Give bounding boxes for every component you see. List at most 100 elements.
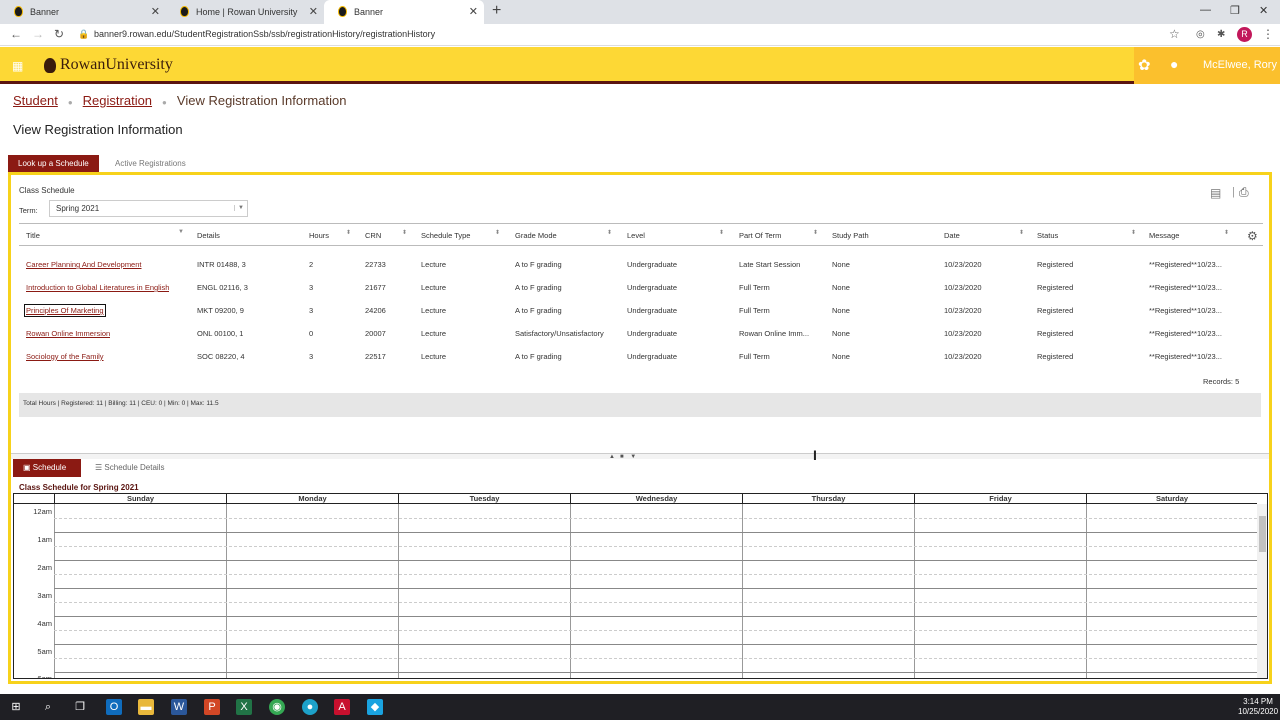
column-header-study-path[interactable]: Study Path (832, 231, 869, 240)
print-icon[interactable]: ⎙ (1239, 185, 1249, 200)
column-settings-gear-icon[interactable]: ⚙ (1247, 229, 1258, 243)
back-icon[interactable]: ← (10, 27, 22, 41)
cell-level: Undergraduate (627, 352, 678, 361)
column-header-grade-mode[interactable]: Grade Mode (515, 231, 557, 240)
tab-look-up-schedule[interactable]: Look up a Schedule (8, 155, 99, 172)
windows-start-icon[interactable]: ⊞ (8, 699, 24, 715)
rowan-logo[interactable]: RowanUniversity (44, 56, 173, 74)
powerpoint-icon[interactable]: P (204, 699, 220, 715)
extension-circle-icon[interactable]: ◎ (1196, 29, 1205, 40)
course-title-link[interactable]: Career Planning And Development (26, 260, 142, 269)
user-name[interactable]: McElwee, Rory (1203, 59, 1277, 71)
app-icon[interactable]: ◆ (367, 699, 383, 715)
close-tab-icon[interactable]: ✕ (469, 5, 478, 18)
breadcrumb-student-link[interactable]: Student (13, 93, 58, 108)
scrollbar-thumb[interactable] (1259, 516, 1266, 552)
reload-icon[interactable]: ↻ (54, 27, 64, 41)
column-header-status[interactable]: Status (1037, 231, 1058, 240)
column-header-level[interactable]: Level (627, 231, 645, 240)
bookmark-star-icon[interactable]: ☆ (1169, 27, 1180, 41)
sort-icon[interactable]: ⬍ (719, 229, 724, 236)
breadcrumb-registration-link[interactable]: Registration (83, 93, 152, 108)
total-hours-bar: Total Hours | Registered: 11 | Billing: … (19, 393, 1261, 417)
column-header-schedule-type[interactable]: Schedule Type (421, 231, 470, 240)
tab-schedule[interactable]: ▣ Schedule (13, 459, 81, 477)
close-window-icon[interactable]: ✕ (1259, 4, 1268, 17)
close-tab-icon[interactable]: ✕ (309, 5, 318, 18)
column-header-details[interactable]: Details (197, 231, 220, 240)
apps-grid-icon[interactable]: ▦ (12, 59, 23, 73)
column-header-date[interactable]: Date (944, 231, 960, 240)
cell-grade-mode: A to F grading (515, 306, 562, 315)
calendar-scrollbar[interactable] (1257, 504, 1267, 678)
tab-active-registrations[interactable]: Active Registrations (105, 155, 196, 172)
cell-date: 10/23/2020 (944, 352, 982, 361)
sort-icon[interactable]: ⬍ (607, 229, 612, 236)
cell-grade-mode: A to F grading (515, 352, 562, 361)
hour-label: 5am (37, 647, 52, 656)
column-header-hours[interactable]: Hours (309, 231, 329, 240)
course-title-link[interactable]: Sociology of the Family (26, 352, 104, 361)
minimize-icon[interactable]: — (1200, 4, 1211, 16)
sort-icon[interactable]: ⬍ (495, 229, 500, 236)
column-header-crn[interactable]: CRN (365, 231, 381, 240)
banner-favicon-icon (14, 6, 23, 17)
cell-status: Registered (1037, 306, 1074, 315)
profile-avatar[interactable]: R (1237, 27, 1252, 42)
user-profile-icon[interactable]: ● (1170, 56, 1178, 72)
browser-tab-banner-1[interactable]: Banner ✕ (0, 0, 166, 24)
course-title-link[interactable]: Introduction to Global Literatures in En… (26, 283, 169, 292)
cell-hours: 0 (309, 329, 314, 338)
course-title-link[interactable]: Principles Of Marketing (24, 304, 106, 317)
hour-line (54, 560, 1257, 561)
browser-menu-icon[interactable]: ⋮ (1262, 27, 1274, 41)
tab-schedule-details[interactable]: ☰ Schedule Details (85, 459, 174, 477)
browser-tab-banner-2[interactable]: Banner ✕ (324, 0, 484, 24)
column-header-title[interactable]: Title (26, 231, 40, 240)
calendar-grid-line (914, 504, 915, 678)
task-view-icon[interactable]: ❐ (72, 699, 88, 715)
restore-icon[interactable]: ❐ (1230, 4, 1240, 17)
search-icon[interactable]: ⌕ (40, 699, 56, 715)
pdf-export-icon[interactable]: ▤ (1210, 186, 1221, 200)
column-header-part-of-term[interactable]: Part Of Term (739, 231, 781, 240)
excel-icon[interactable]: X (236, 699, 252, 715)
close-tab-icon[interactable]: ✕ (151, 5, 160, 18)
term-select[interactable]: Spring 2021 ▼ (49, 200, 248, 217)
sort-icon[interactable]: ⬍ (813, 229, 818, 236)
system-clock[interactable]: 3:14 PM 10/25/2020 (1238, 697, 1278, 717)
app-icon[interactable]: ● (302, 699, 318, 715)
course-title-link[interactable]: Rowan Online Immersion (26, 329, 110, 338)
sort-icon[interactable]: ⬍ (1131, 229, 1136, 236)
extensions-puzzle-icon[interactable]: ✱ (1217, 29, 1225, 40)
chrome-icon[interactable]: ◉ (269, 699, 285, 715)
column-header-message[interactable]: Message (1149, 231, 1179, 240)
cell-schedule-type: Lecture (421, 306, 447, 315)
acrobat-icon[interactable]: A (334, 699, 350, 715)
cell-details: ONL 00100, 1 (197, 329, 244, 338)
cell-status: Registered (1037, 352, 1074, 361)
splitter-controls-icon[interactable]: ▲ ■ ▼ (609, 454, 636, 460)
file-explorer-icon[interactable]: ▬ (138, 699, 154, 715)
new-tab-icon[interactable]: + (492, 2, 501, 20)
cell-crn: 20007 (365, 329, 386, 338)
settings-gear-icon[interactable]: ✿ (1138, 56, 1151, 74)
browser-tab-rowan-home[interactable]: Home | Rowan University ✕ (166, 0, 324, 24)
cell-message: **Registered**10/23... (1149, 306, 1222, 315)
url-field[interactable]: banner9.rowan.edu/StudentRegistrationSsb… (94, 29, 435, 39)
outlook-icon[interactable]: O (106, 699, 122, 715)
forward-icon[interactable]: → (32, 27, 44, 41)
hour-label: 3am (37, 591, 52, 600)
cell-schedule-type: Lecture (421, 283, 447, 292)
lock-icon[interactable]: 🔒 (78, 29, 89, 40)
word-icon[interactable]: W (171, 699, 187, 715)
sort-icon[interactable]: ⬍ (346, 229, 351, 236)
panel-splitter[interactable]: ▲ ■ ▼ (11, 453, 1269, 460)
sort-desc-icon[interactable]: ▼ (178, 229, 184, 235)
sort-icon[interactable]: ⬍ (1224, 229, 1229, 236)
chevron-down-icon: ▼ (234, 205, 244, 211)
sort-icon[interactable]: ⬍ (1019, 229, 1024, 236)
table-row: Principles Of Marketing MKT 09200, 9 3 2… (19, 299, 1263, 322)
day-header-wednesday: Wednesday (570, 494, 742, 504)
sort-icon[interactable]: ⬍ (402, 229, 407, 236)
